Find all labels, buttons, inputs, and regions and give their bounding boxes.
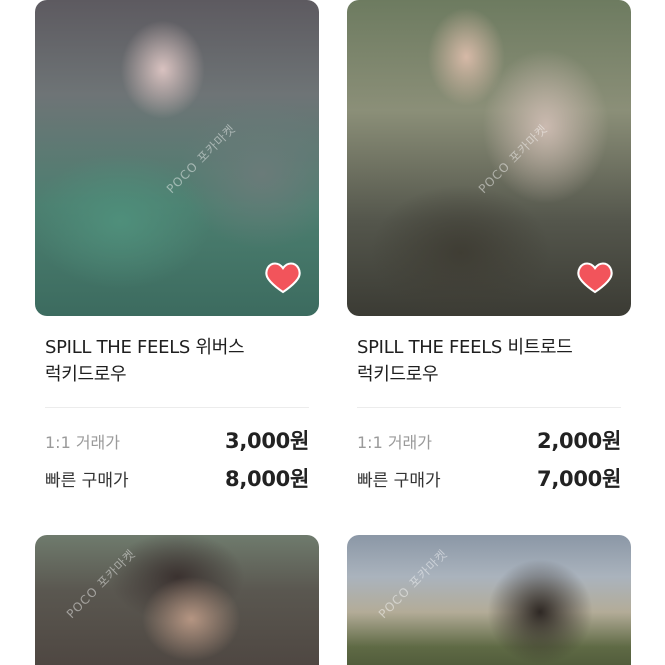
trade-price-label: 1:1 거래가 [357,433,432,452]
photocard-thumbnail[interactable]: POCO 포카마켓 [35,0,319,316]
listing-card[interactable]: POCO 포카마켓 SPILL THE FEELS 위버스 럭키드로우 1:1 … [35,0,319,493]
listing-card[interactable]: POCO 포카마켓 SPILL THE FEELS 비트로드 럭키드로우 1:1… [347,0,631,493]
photocard-thumbnail[interactable]: POCO 포카마켓 [35,535,319,665]
listing-title-line: 럭키드로우 [45,364,127,385]
listing-title-line: SPILL THE FEELS 위버스 [45,337,245,358]
trade-price-label: 1:1 거래가 [45,433,120,452]
listing-title-line: SPILL THE FEELS 비트로드 [357,337,573,358]
heart-icon[interactable] [265,260,301,294]
listing-title[interactable]: SPILL THE FEELS 위버스 럭키드로우 [35,334,319,388]
trade-price-row: 1:1 거래가 2,000원 [347,425,631,455]
listing-title[interactable]: SPILL THE FEELS 비트로드 럭키드로우 [347,334,631,388]
listing-title-line: 럭키드로우 [357,364,439,385]
heart-icon[interactable] [577,260,613,294]
divider [357,407,621,408]
buy-price-row: 빠른 구매가 7,000원 [347,463,631,493]
divider [45,407,309,408]
trade-price-row: 1:1 거래가 3,000원 [35,425,319,455]
listing-card[interactable]: POCO 포카마켓 [347,535,631,665]
buy-price-label: 빠른 구매가 [45,471,129,491]
buy-price-row: 빠른 구매가 8,000원 [35,463,319,493]
buy-price: 8,000원 [225,467,309,491]
listing-grid: POCO 포카마켓 SPILL THE FEELS 위버스 럭키드로우 1:1 … [0,0,665,665]
buy-price-label: 빠른 구매가 [357,471,441,491]
trade-price: 3,000원 [225,429,309,453]
buy-price: 7,000원 [537,467,621,491]
photocard-thumbnail[interactable]: POCO 포카마켓 [347,535,631,665]
trade-price: 2,000원 [537,429,621,453]
listing-card[interactable]: POCO 포카마켓 [35,535,319,665]
photocard-thumbnail[interactable]: POCO 포카마켓 [347,0,631,316]
